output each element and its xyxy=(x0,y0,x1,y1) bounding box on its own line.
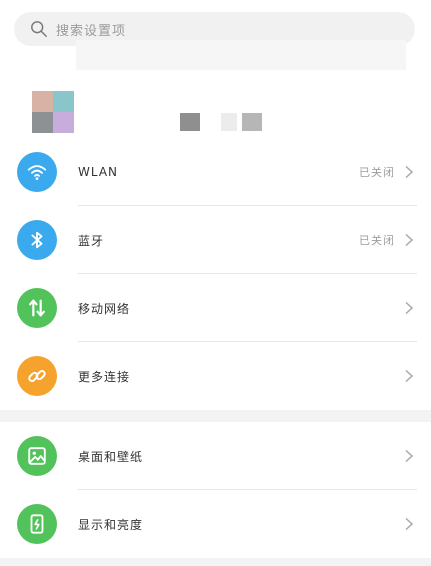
search-icon xyxy=(31,21,47,37)
setting-label: 更多连接 xyxy=(78,369,131,384)
chevron-right-icon xyxy=(405,517,414,531)
blurred-region xyxy=(76,40,406,70)
bluetooth-icon xyxy=(17,220,57,260)
mobile-data-icon xyxy=(17,288,57,328)
setting-label: WLAN xyxy=(78,165,119,179)
section-gap xyxy=(0,410,431,422)
setting-row-mobile-network[interactable]: 移动网络 xyxy=(0,274,431,342)
setting-label: 移动网络 xyxy=(78,301,131,316)
redacted-block xyxy=(242,113,262,131)
wifi-icon xyxy=(17,152,57,192)
chevron-right-icon xyxy=(405,165,414,179)
settings-group-display: 桌面和壁纸 显示和亮度 xyxy=(0,422,431,558)
setting-label: 显示和亮度 xyxy=(78,517,144,532)
setting-row-wlan[interactable]: WLAN 已关闭 xyxy=(0,138,431,206)
display-icon xyxy=(17,504,57,544)
wallpaper-icon xyxy=(17,436,57,476)
redacted-block xyxy=(221,113,237,131)
header-area: 搜索设置项 xyxy=(0,0,431,138)
setting-label: 蓝牙 xyxy=(78,233,105,248)
setting-status: 已关闭 xyxy=(359,234,395,247)
setting-label: 桌面和壁纸 xyxy=(78,449,144,464)
setting-status: 已关闭 xyxy=(359,166,395,179)
chevron-right-icon xyxy=(405,233,414,247)
setting-row-desktop-wallpaper[interactable]: 桌面和壁纸 xyxy=(0,422,431,490)
chevron-right-icon xyxy=(405,449,414,463)
account-avatar[interactable] xyxy=(32,91,74,133)
setting-row-display-brightness[interactable]: 显示和亮度 xyxy=(0,490,431,558)
redacted-block xyxy=(180,113,200,131)
chevron-right-icon xyxy=(405,369,414,383)
chevron-right-icon xyxy=(405,301,414,315)
setting-row-more-connections[interactable]: 更多连接 xyxy=(0,342,431,410)
link-icon xyxy=(17,356,57,396)
search-placeholder: 搜索设置项 xyxy=(56,23,127,39)
settings-group-connectivity: WLAN 已关闭 蓝牙 已关闭 移动网络 更多连接 xyxy=(0,138,431,410)
setting-row-bluetooth[interactable]: 蓝牙 已关闭 xyxy=(0,206,431,274)
